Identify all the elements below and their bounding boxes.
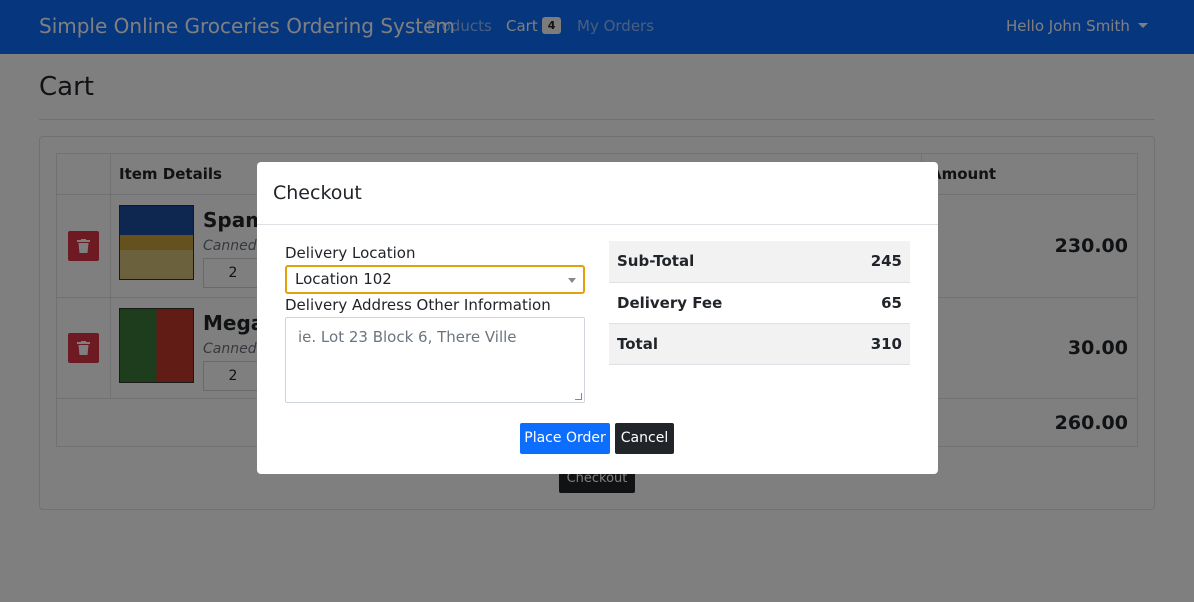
summary-value: 310	[825, 323, 910, 365]
summary-label: Delivery Fee	[609, 282, 826, 324]
cancel-button[interactable]: Cancel	[615, 423, 674, 454]
delivery-location-select[interactable]: Location 102	[285, 265, 585, 294]
summary-label: Total	[609, 323, 826, 365]
summary-value: 65	[825, 282, 910, 324]
summary-row-total: Total 310	[609, 323, 910, 365]
address-placeholder: ie. Lot 23 Block 6, There Ville	[298, 328, 517, 346]
dropdown-arrow-icon	[568, 278, 576, 283]
checkout-modal: Checkout Delivery Location Location 102 …	[257, 162, 938, 474]
place-order-button[interactable]: Place Order	[520, 423, 610, 454]
delivery-location-value: Location 102	[295, 270, 392, 288]
resize-handle-icon[interactable]	[575, 393, 582, 400]
address-textarea[interactable]: ie. Lot 23 Block 6, There Ville	[285, 317, 585, 403]
address-label: Delivery Address Other Information	[285, 296, 551, 314]
order-summary-table: Sub-Total 245 Delivery Fee 65 Total 310	[609, 241, 910, 365]
modal-title: Checkout	[257, 162, 938, 225]
summary-label: Sub-Total	[609, 241, 826, 283]
summary-row-delivery-fee: Delivery Fee 65	[609, 282, 910, 324]
summary-value: 245	[825, 241, 910, 283]
summary-row-subtotal: Sub-Total 245	[609, 241, 910, 283]
delivery-location-label: Delivery Location	[285, 244, 416, 262]
